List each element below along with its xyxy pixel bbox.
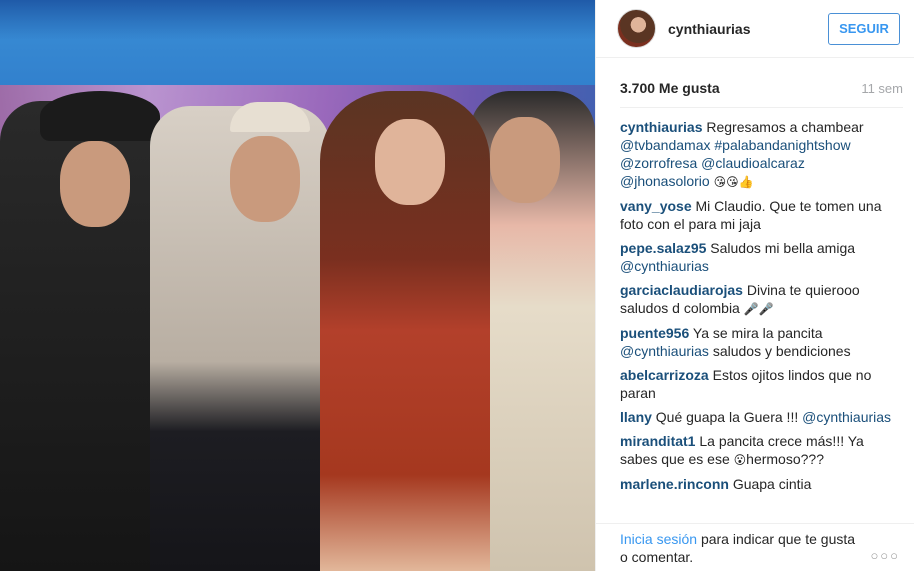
comment-username[interactable]: garciaclaudiarojas [620,282,743,298]
post-header: cynthiaurias SEGUIR [596,0,914,58]
follow-button[interactable]: SEGUIR [828,12,900,45]
comment-username[interactable]: marlene.rinconn [620,476,729,492]
login-link[interactable]: Inicia sesión [620,531,697,547]
login-prompt: Inicia sesión para indicar que te gusta … [620,530,865,566]
comment-tag[interactable]: @cynthiaurias [802,409,891,425]
stage-ceiling [0,0,595,40]
person-1 [0,91,160,571]
comment: marlene.rinconn Guapa cintia [620,475,896,493]
comment-username[interactable]: llany [620,409,652,425]
post-footer: Inicia sesión para indicar que te gusta … [596,523,914,571]
caption-tag[interactable]: @zorrofresa [620,155,697,171]
comment-username[interactable]: abelcarrizoza [620,367,709,383]
comment: puente956 Ya se mira la pancita @cynthia… [620,324,896,360]
comment: llany Qué guapa la Guera !!! @cynthiauri… [620,408,896,426]
post-photo[interactable] [0,0,595,571]
caption-username[interactable]: cynthiaurias [620,119,702,135]
cowboy-hat [40,91,160,141]
caption-text: Regresamos a chambear [706,119,864,135]
comment-username[interactable]: miranditat1 [620,433,695,449]
caption: cynthiaurias Regresamos a chambear @tvba… [620,118,896,191]
face [60,141,130,227]
comment: abelcarrizoza Estos ojitos lindos que no… [620,366,896,402]
comment-text: Ya se mira la pancita [692,325,823,341]
author-username[interactable]: cynthiaurias [668,21,828,37]
face [230,136,300,222]
comment-tag[interactable]: @cynthiaurias [620,258,709,274]
caption-emoji: 😘😘👍 [713,175,754,189]
comment-emoji: 😮 [733,453,747,467]
post-sidebar: cynthiaurias SEGUIR 3.700 Me gusta 11 se… [595,0,914,571]
more-icon[interactable]: ○○○ [870,548,900,563]
comment: miranditat1 La pancita crece más!!! Ya s… [620,432,896,469]
caption-tag[interactable]: @tvbandamax [620,137,710,153]
likes-count[interactable]: 3.700 Me gusta [620,80,720,96]
post-time[interactable]: 11 sem [861,81,903,96]
comment-text-after: saludos y bendiciones [712,343,851,359]
post-meta: 3.700 Me gusta 11 sem [596,69,914,107]
comment-username[interactable]: pepe.salaz95 [620,240,706,256]
caption-tag[interactable]: @jhonasolorio [620,173,710,189]
comment-text-after: hermoso??? [746,451,824,467]
person-2 [150,102,330,571]
comment-tag[interactable]: @cynthiaurias [620,343,709,359]
comment-text: Qué guapa la Guera !!! [655,409,799,425]
face [490,117,560,203]
caption-tag[interactable]: @claudioalcaraz [701,155,805,171]
cap [230,102,310,132]
comment-text: Guapa cintia [732,476,812,492]
avatar[interactable] [617,9,656,48]
person-3 [320,91,490,571]
comment-username[interactable]: vany_yose [620,198,692,214]
comment: garciaclaudiarojas Divina te quierooo sa… [620,281,896,318]
face [375,119,445,205]
comment-username[interactable]: puente956 [620,325,689,341]
instagram-post: cynthiaurias SEGUIR 3.700 Me gusta 11 se… [0,0,914,571]
comment-text: Saludos mi bella amiga [710,240,856,256]
comment: pepe.salaz95 Saludos mi bella amiga @cyn… [620,239,896,275]
comment-list: cynthiaurias Regresamos a chambear @tvba… [596,108,914,493]
caption-tag[interactable]: #palabandanightshow [714,137,850,153]
comment-emoji: 🎤🎤 [743,302,774,316]
comment: vany_yose Mi Claudio. Que te tomen una f… [620,197,896,233]
